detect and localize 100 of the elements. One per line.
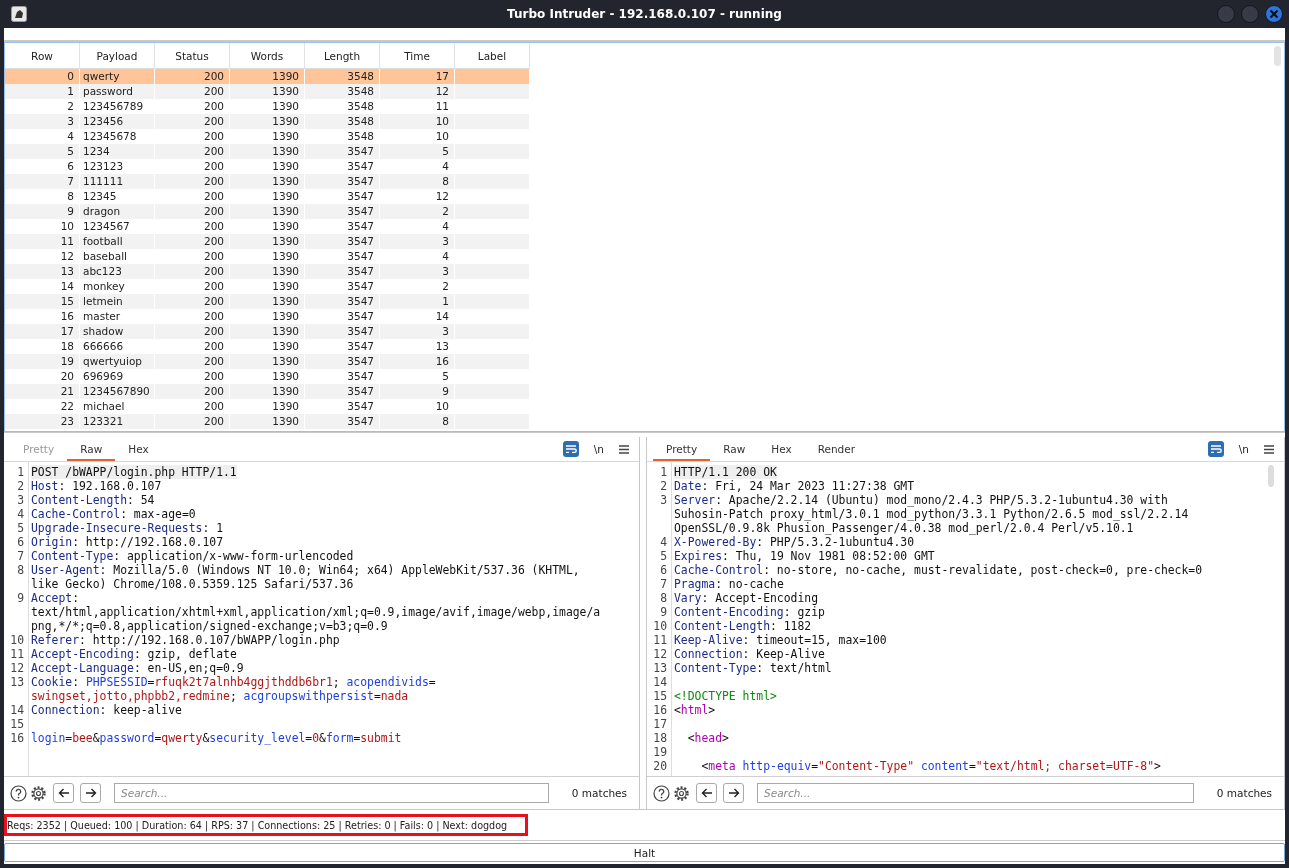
table-row[interactable]: 3 123456 200 1390 3548 10	[5, 114, 530, 129]
code-line: Origin: http://192.168.0.107	[31, 535, 224, 549]
search-field[interactable]: Search...	[757, 783, 1194, 803]
line-number: 7	[659, 577, 667, 591]
column-header[interactable]: Row	[5, 43, 80, 68]
code-line: Connection: keep-alive	[31, 703, 182, 717]
table-cell: 3547	[305, 264, 380, 279]
close-icon	[1269, 9, 1279, 19]
settings-icon[interactable]	[673, 784, 690, 802]
close-button[interactable]	[1265, 5, 1283, 23]
column-header[interactable]: Words	[230, 43, 305, 68]
line-number: 3	[659, 493, 667, 507]
help-icon[interactable]	[10, 784, 27, 802]
table-cell: 17	[5, 324, 80, 339]
table-row[interactable]: 9 dragon 200 1390 3547 2	[5, 204, 530, 219]
table-cell: 123321	[80, 414, 155, 429]
right-arrow-icon	[727, 787, 740, 799]
column-header[interactable]: Payload	[80, 43, 155, 68]
code-line: Content-Encoding: gzip	[674, 605, 825, 619]
menu-icon[interactable]	[1264, 444, 1274, 454]
table-row[interactable]: 19 qwertyuiop 200 1390 3547 16	[5, 354, 530, 369]
code-line: Vary: Accept-Encoding	[674, 591, 819, 605]
table-cell: 3547	[305, 174, 380, 189]
view-tab[interactable]: Hex	[758, 439, 805, 461]
scrollbar[interactable]	[1268, 465, 1274, 487]
line-number: 5	[16, 521, 24, 535]
table-cell: 3548	[305, 84, 380, 99]
table-cell: 12	[380, 84, 455, 99]
view-tab[interactable]: Render	[804, 439, 869, 461]
table-row[interactable]: 7 111111 200 1390 3547 8	[5, 174, 530, 189]
column-header[interactable]: Label	[455, 43, 530, 68]
wrap-lines-icon[interactable]	[1207, 441, 1224, 457]
table-cell: 1390	[230, 324, 305, 339]
table-row[interactable]: 21 1234567890 200 1390 3547 9	[5, 384, 530, 399]
table-cell: 7	[5, 174, 80, 189]
table-cell: 5	[5, 144, 80, 159]
column-header[interactable]: Time	[380, 43, 455, 68]
code-line: X-Powered-By: PHP/5.3.2-1ubuntu4.30	[674, 535, 915, 549]
help-icon[interactable]	[653, 784, 670, 802]
menu-icon[interactable]	[619, 444, 629, 454]
line-number: 4	[659, 535, 667, 549]
code-line: swingset,jotto,phpbb2,redmine; acgroupswithpersist=nada	[31, 689, 409, 703]
table-row[interactable]: 13 abc123 200 1390 3547 3	[5, 264, 530, 279]
previous-button[interactable]	[53, 783, 74, 803]
table-cell: 8	[380, 174, 455, 189]
table-cell: 1234567890	[80, 384, 155, 399]
table-cell: abc123	[80, 264, 155, 279]
next-button[interactable]	[80, 783, 101, 803]
code-line: Pragma: no-cache	[674, 577, 784, 591]
code-line: Date: Fri, 24 Mar 2023 11:27:38 GMT	[674, 479, 915, 493]
code-line: Accept-Language: en-US,en;q=0.9	[31, 661, 244, 675]
table-cell: 1390	[230, 294, 305, 309]
table-cell: 200	[155, 174, 230, 189]
table-cell: 5	[380, 144, 455, 159]
scrollbar[interactable]	[1274, 46, 1281, 66]
table-cell: 21	[5, 384, 80, 399]
table-cell: 200	[155, 294, 230, 309]
halt-button[interactable]: Halt	[4, 843, 1285, 862]
table-cell: 15	[5, 294, 80, 309]
search-field[interactable]: Search...	[114, 783, 549, 803]
next-button[interactable]	[723, 783, 744, 803]
window-title: Turbo Intruder - 192.168.0.107 - running	[507, 7, 782, 21]
table-cell: 3547	[305, 384, 380, 399]
view-tab[interactable]: Hex	[115, 439, 162, 461]
column-header[interactable]: Status	[155, 43, 230, 68]
newline-toggle[interactable]: \n	[1238, 443, 1249, 455]
previous-button[interactable]	[696, 783, 717, 803]
match-count: 0 matches	[1216, 787, 1272, 799]
line-number: 10	[652, 619, 667, 633]
code-line: Accept-Encoding: gzip, deflate	[31, 647, 237, 661]
table-row[interactable]: 15 letmein 200 1390 3547 1	[5, 294, 530, 309]
wrap-lines-icon[interactable]	[562, 441, 579, 457]
line-number: 1	[16, 465, 24, 479]
table-cell: 1390	[230, 144, 305, 159]
view-tab[interactable]: Raw	[67, 439, 116, 461]
line-number: 13	[9, 675, 24, 689]
table-cell: 1390	[230, 174, 305, 189]
newline-toggle[interactable]: \n	[593, 443, 604, 455]
view-tab[interactable]: Pretty	[653, 439, 711, 461]
table-row[interactable]: 1 password 200 1390 3548 12	[5, 84, 530, 99]
code-line: Content-Length: 1182	[674, 619, 812, 633]
table-row[interactable]: 11 football 200 1390 3547 3	[5, 234, 530, 249]
view-tab[interactable]: Raw	[710, 439, 759, 461]
table-row[interactable]: 23 123321 200 1390 3547 8	[5, 414, 530, 429]
table-cell: 3548	[305, 114, 380, 129]
left-arrow-icon	[700, 787, 713, 799]
table-cell: 1390	[230, 414, 305, 429]
settings-icon[interactable]	[30, 784, 47, 802]
code-line: like Gecko) Chrome/108.0.5359.125 Safari/537.36	[31, 577, 354, 591]
table-row[interactable]: 5 1234 200 1390 3547 5	[5, 144, 530, 159]
table-cell: 200	[155, 114, 230, 129]
column-header[interactable]: Length	[305, 43, 380, 68]
right-arrow-icon	[84, 787, 97, 799]
table-row[interactable]: 17 shadow 200 1390 3547 3	[5, 324, 530, 339]
table-row[interactable]: 0 qwerty 200 1390 3548 17	[5, 69, 530, 84]
table-cell: 1390	[230, 204, 305, 219]
code-line: User-Agent: Mozilla/5.0 (Windows NT 10.0; Win64; x64) AppleWebKit/537.36 (KHTML,	[31, 563, 580, 577]
table-cell: 200	[155, 144, 230, 159]
line-number: 16	[652, 703, 667, 717]
line-number: 9	[659, 605, 667, 619]
